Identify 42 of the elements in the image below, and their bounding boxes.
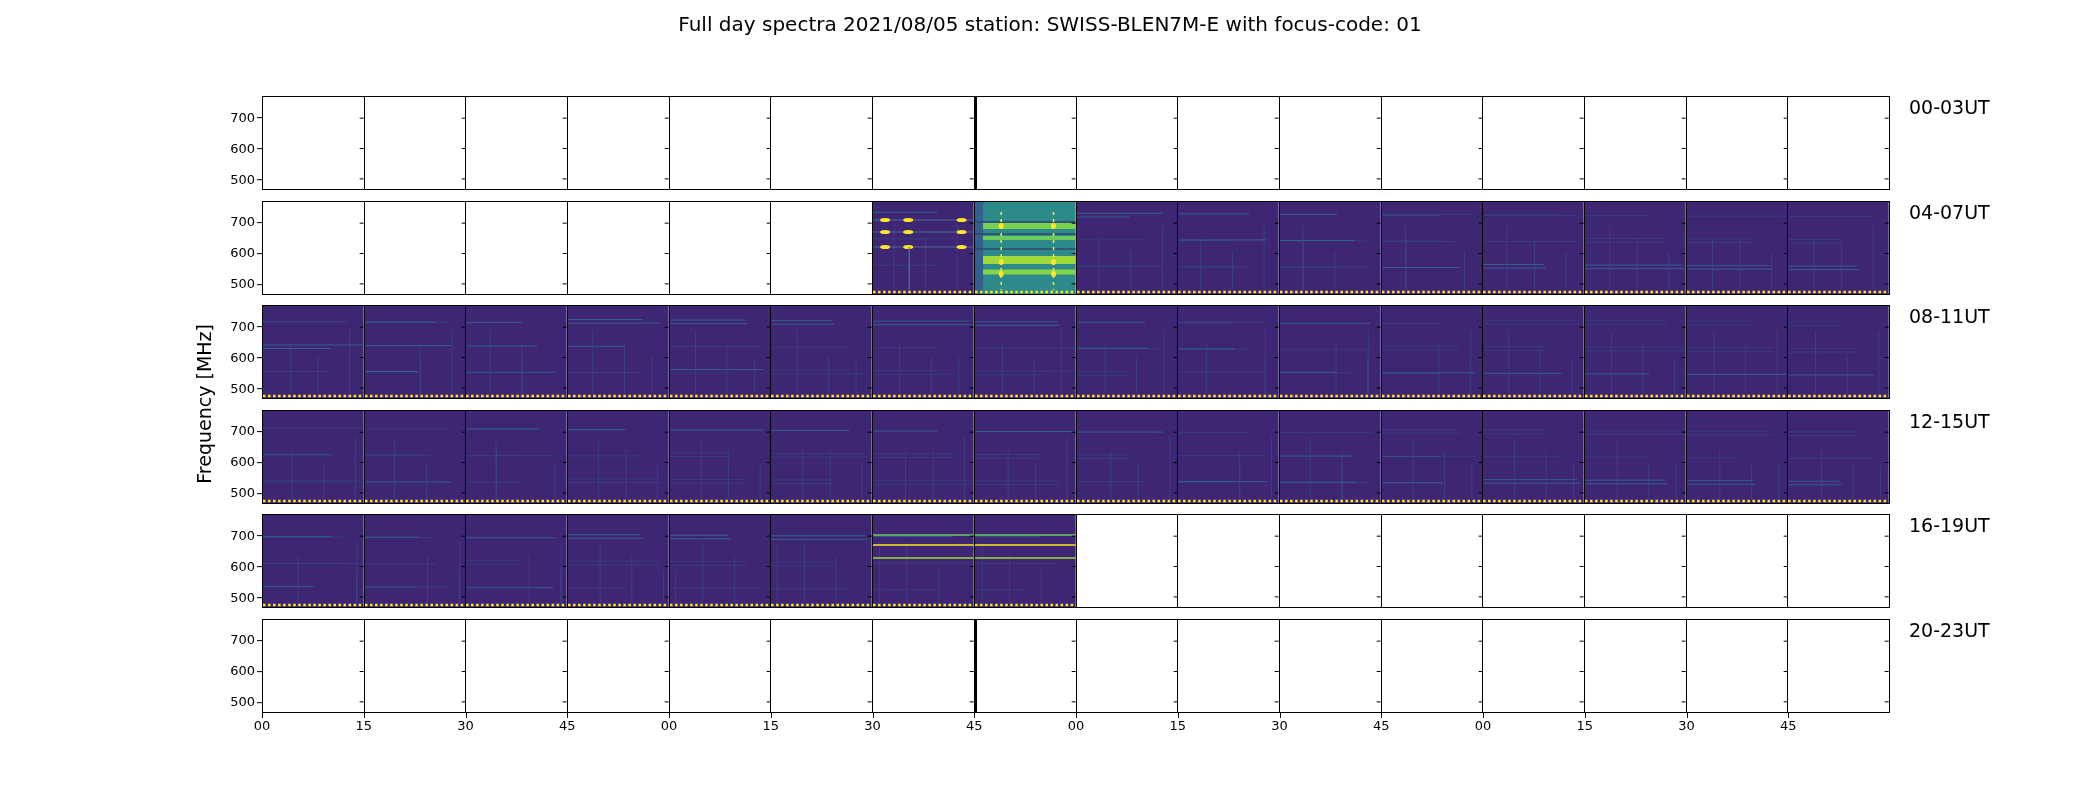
y-tick-label: 500 (230, 694, 255, 711)
x-tick-label: 00 (660, 717, 678, 734)
y-axis-label: Frequency [MHz] (193, 324, 215, 485)
y-tick-label: 600 (230, 663, 255, 680)
x-tick-label: 30 (864, 717, 881, 734)
x-tick-label: 15 (1169, 717, 1186, 734)
row-time-label: 00-03UT (1908, 95, 1990, 118)
y-tick-label: 500 (230, 171, 255, 188)
x-tick-label: 45 (559, 717, 576, 734)
x-tick-label: 15 (1576, 717, 1593, 734)
y-tick-label: 600 (230, 454, 255, 471)
x-tick-label: 15 (762, 717, 779, 734)
x-tick-label: 00 (1067, 717, 1085, 734)
x-tick-label: 45 (1780, 717, 1797, 734)
x-tick-label: 00 (1474, 717, 1492, 734)
y-tick-label: 500 (230, 589, 255, 606)
y-tick-label: 600 (230, 140, 255, 157)
y-tick-label: 500 (230, 380, 255, 397)
row-time-label: 08-11UT (1908, 304, 1990, 327)
row-time-label: 20-23UT (1908, 617, 1990, 641)
row-time-label: 12-15UT (1908, 408, 1990, 432)
chart-title: Full day spectra 2021/08/05 station: SWISS-BLEN7M-E with focus-code: 01 (678, 12, 1422, 36)
x-tick-label: 00 (253, 717, 271, 734)
y-tick-label: 700 (230, 318, 255, 335)
y-tick-label: 700 (230, 423, 255, 440)
x-tick-label: 15 (355, 717, 372, 734)
y-tick-label: 700 (230, 527, 255, 544)
x-tick-label: 30 (1271, 717, 1288, 734)
y-tick-label: 700 (230, 632, 255, 649)
y-tick-label: 700 (230, 214, 255, 231)
row-time-label: 04-07UT (1908, 199, 1990, 223)
x-tick-label: 45 (966, 717, 983, 734)
y-tick-label: 600 (230, 245, 255, 262)
y-tick-label: 600 (230, 558, 255, 575)
y-tick-label: 500 (230, 276, 255, 293)
y-tick-label: 700 (230, 109, 255, 126)
x-tick-label: 30 (457, 717, 474, 734)
x-tick-label: 45 (1373, 717, 1390, 734)
y-tick-label: 600 (230, 349, 255, 366)
y-tick-label: 500 (230, 485, 255, 502)
row-time-label: 16-19UT (1908, 513, 1990, 536)
x-tick-label: 30 (1678, 717, 1695, 734)
